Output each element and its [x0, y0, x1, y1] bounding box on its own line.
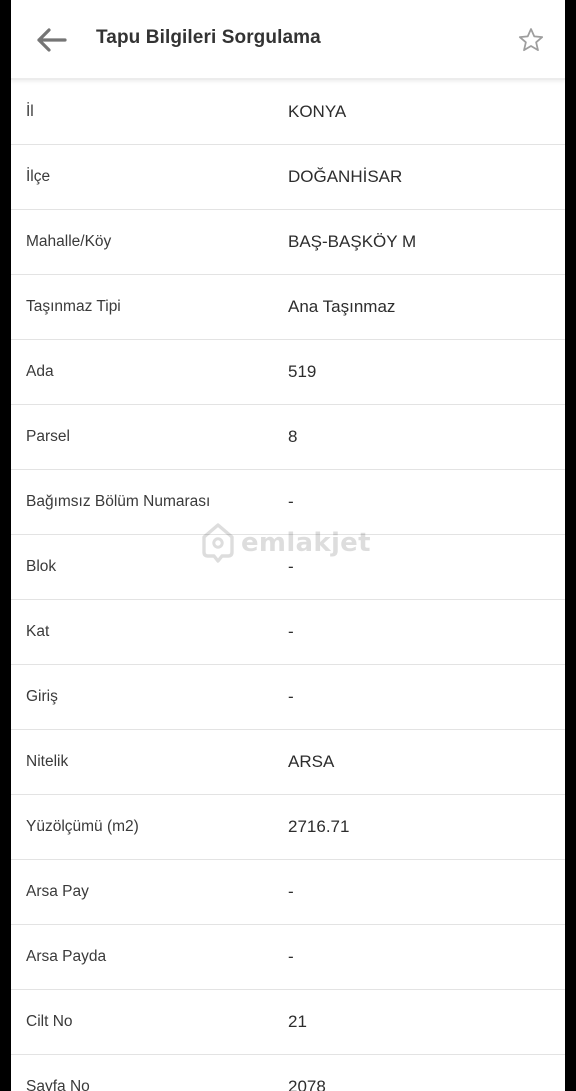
- row-bagimsiz-bolum-numarasi: Bağımsız Bölüm Numarası -: [11, 470, 565, 535]
- screen: Tapu Bilgileri Sorgulama İl KONYA İlçe D…: [11, 0, 565, 1091]
- row-label: İl: [26, 103, 34, 120]
- row-value: 8: [288, 427, 298, 446]
- row-arsa-pay: Arsa Pay -: [11, 860, 565, 925]
- row-value: KONYA: [288, 102, 347, 121]
- row-kat: Kat -: [11, 600, 565, 665]
- row-label: Parsel: [26, 428, 70, 445]
- row-value: -: [288, 947, 294, 966]
- row-cilt-no: Cilt No 21: [11, 990, 565, 1055]
- row-value: Ana Taşınmaz: [288, 297, 396, 316]
- row-value: 519: [288, 362, 317, 381]
- star-outline-icon: [518, 28, 544, 52]
- row-tasinmaz-tipi: Taşınmaz Tipi Ana Taşınmaz: [11, 275, 565, 340]
- row-label: Arsa Pay: [26, 883, 89, 900]
- row-value: -: [288, 882, 294, 901]
- row-parsel: Parsel 8: [11, 405, 565, 470]
- row-blok: Blok -: [11, 535, 565, 600]
- row-label: Kat: [26, 623, 50, 640]
- row-value: -: [288, 622, 294, 641]
- row-il: İl KONYA: [11, 80, 565, 145]
- back-button[interactable]: [33, 22, 69, 58]
- row-label: Giriş: [26, 688, 58, 705]
- app-bar: Tapu Bilgileri Sorgulama: [11, 0, 565, 80]
- row-label: Taşınmaz Tipi: [26, 298, 121, 315]
- row-label: Cilt No: [26, 1013, 73, 1030]
- page-title: Tapu Bilgileri Sorgulama: [96, 27, 321, 48]
- row-label: Ada: [26, 363, 54, 380]
- arrow-left-icon: [37, 28, 67, 52]
- row-label: Yüzölçümü (m2): [26, 818, 139, 835]
- row-ilce: İlçe DOĞANHİSAR: [11, 145, 565, 210]
- row-yuzolcumu: Yüzölçümü (m2) 2716.71: [11, 795, 565, 860]
- row-value: -: [288, 687, 294, 706]
- row-label: Nitelik: [26, 753, 69, 770]
- row-value: -: [288, 492, 294, 511]
- row-label: Arsa Payda: [26, 948, 107, 965]
- row-value: ARSA: [288, 752, 335, 771]
- row-sayfa-no: Sayfa No 2078: [11, 1055, 565, 1091]
- row-value: 21: [288, 1012, 307, 1031]
- row-label: Sayfa No: [26, 1078, 90, 1091]
- row-value: -: [288, 557, 294, 576]
- row-mahalle-koy: Mahalle/Köy BAŞ-BAŞKÖY M: [11, 210, 565, 275]
- row-ada: Ada 519: [11, 340, 565, 405]
- favorite-button[interactable]: [515, 24, 547, 56]
- row-label: Mahalle/Köy: [26, 233, 112, 250]
- row-value: 2078: [288, 1077, 326, 1091]
- row-value: DOĞANHİSAR: [288, 167, 403, 186]
- deed-info-list: İl KONYA İlçe DOĞANHİSAR Mahalle/Köy BAŞ…: [11, 80, 565, 1091]
- row-value: BAŞ-BAŞKÖY M: [288, 232, 417, 251]
- row-label: Blok: [26, 558, 57, 575]
- row-label: Bağımsız Bölüm Numarası: [26, 493, 211, 510]
- row-giris: Giriş -: [11, 665, 565, 730]
- row-nitelik: Nitelik ARSA: [11, 730, 565, 795]
- row-label: İlçe: [26, 168, 51, 185]
- row-value: 2716.71: [288, 817, 350, 836]
- row-arsa-payda: Arsa Payda -: [11, 925, 565, 990]
